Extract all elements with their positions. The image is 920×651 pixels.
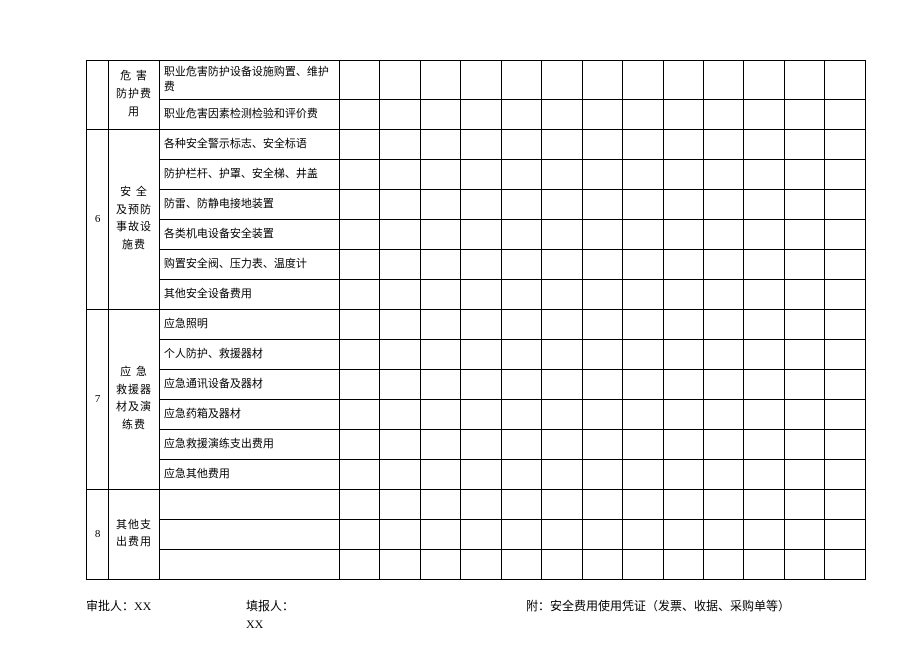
item-label: 应急照明: [159, 309, 339, 339]
table-row: 6 安 全及预防事故设施费 各种安全警示标志、安全标语: [87, 129, 866, 159]
table-row: 各类机电设备安全装置: [87, 219, 866, 249]
row-number: 6: [87, 129, 109, 309]
table-row: 个人防护、救援器材: [87, 339, 866, 369]
item-label: 应急救援演练支出费用: [159, 429, 339, 459]
approver-field: 审批人：XX: [86, 597, 246, 633]
table-row: 应急药箱及器材: [87, 399, 866, 429]
table-row: 应急通讯设备及器材: [87, 369, 866, 399]
row-number: 7: [87, 309, 109, 489]
table-row: [87, 519, 866, 549]
table-row: [87, 549, 866, 579]
category-other-expense: 其他支出费用: [109, 489, 160, 579]
table-row: 职业危害因素检测检验和评价费: [87, 99, 866, 129]
attachment-note: 附：安全费用使用凭证（发票、收据、采购单等）: [526, 597, 866, 633]
item-label: 各种安全警示标志、安全标语: [159, 129, 339, 159]
item-label: 应急通讯设备及器材: [159, 369, 339, 399]
category-hazard-protection: 危 害防护费用: [109, 61, 160, 130]
item-label: [159, 489, 339, 519]
footer: 审批人：XX 填报人： XX 附：安全费用使用凭证（发票、收据、采购单等）: [86, 597, 866, 633]
item-label: 应急药箱及器材: [159, 399, 339, 429]
reporter-label: 填报人：: [246, 599, 294, 613]
item-label: 职业危害防护设备设施购置、维护费: [159, 61, 339, 100]
item-label: 各类机电设备安全装置: [159, 219, 339, 249]
item-label: 职业危害因素检测检验和评价费: [159, 99, 339, 129]
table-row: 8 其他支出费用: [87, 489, 866, 519]
table-row: 危 害防护费用 职业危害防护设备设施购置、维护费: [87, 61, 866, 100]
table-row: 应急其他费用: [87, 459, 866, 489]
category-safety-facility: 安 全及预防事故设施费: [109, 129, 160, 309]
expense-table: 危 害防护费用 职业危害防护设备设施购置、维护费 职业危害因素检测检验和评价费 …: [86, 60, 866, 580]
item-label: 购置安全阀、压力表、温度计: [159, 249, 339, 279]
item-label: [159, 549, 339, 579]
item-label: 应急其他费用: [159, 459, 339, 489]
item-label: 防护栏杆、护罩、安全梯、井盖: [159, 159, 339, 189]
item-label: [159, 519, 339, 549]
table-row: 购置安全阀、压力表、温度计: [87, 249, 866, 279]
reporter-field: 填报人： XX: [246, 597, 526, 633]
table-row: 防雷、防静电接地装置: [87, 189, 866, 219]
category-emergency-rescue: 应 急救援器材及演练费: [109, 309, 160, 489]
item-label: 个人防护、救援器材: [159, 339, 339, 369]
item-label: 防雷、防静电接地装置: [159, 189, 339, 219]
row-number: 8: [87, 489, 109, 579]
approver-value: XX: [134, 599, 151, 613]
table-row: 应急救援演练支出费用: [87, 429, 866, 459]
table-row: 防护栏杆、护罩、安全梯、井盖: [87, 159, 866, 189]
expense-table-wrap: 危 害防护费用 职业危害防护设备设施购置、维护费 职业危害因素检测检验和评价费 …: [86, 60, 866, 580]
table-row: 7 应 急救援器材及演练费 应急照明: [87, 309, 866, 339]
item-label: 其他安全设备费用: [159, 279, 339, 309]
reporter-value: XX: [246, 617, 263, 631]
approver-label: 审批人：: [86, 599, 134, 613]
table-row: 其他安全设备费用: [87, 279, 866, 309]
